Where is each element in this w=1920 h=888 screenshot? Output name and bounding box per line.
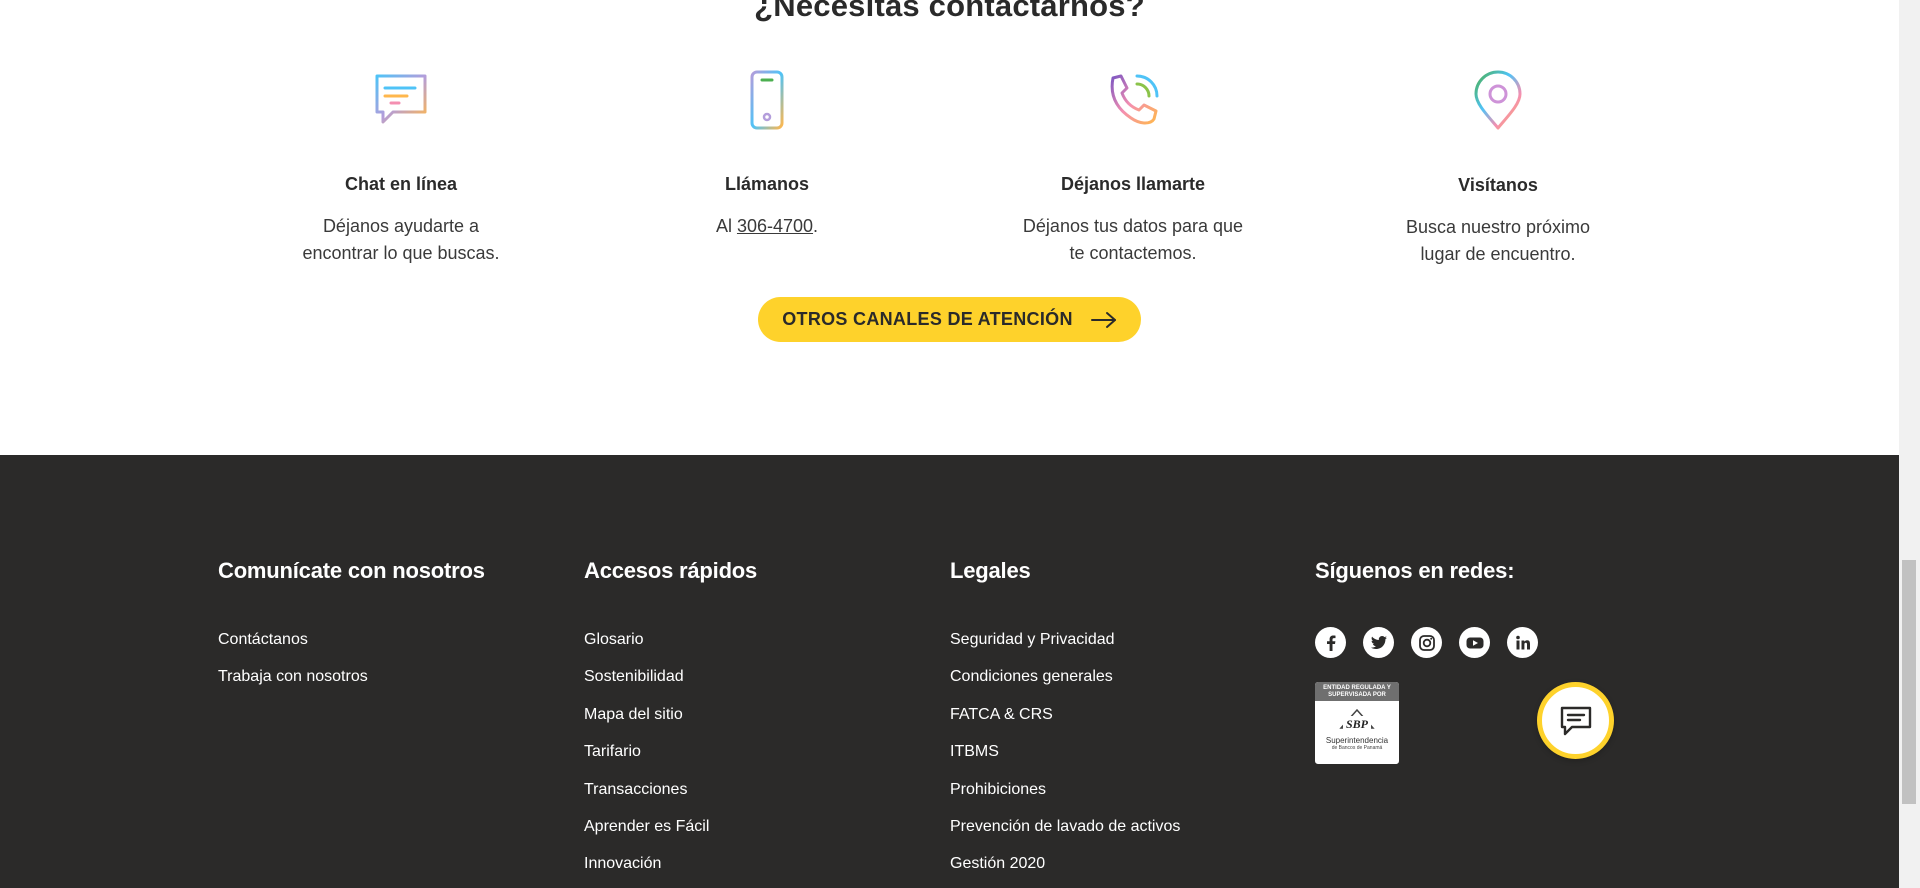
arrow-right-icon	[1090, 311, 1116, 328]
card-text-line1: Déjanos tus datos para que	[1022, 216, 1244, 236]
card-text: Al 306-4700.	[617, 213, 917, 240]
sbp-logo-icon: SBP	[1339, 708, 1375, 731]
sbp-regulator-badge[interactable]: ENTIDAD REGULADA Y SUPERVISADA POR SBP S…	[1315, 682, 1399, 764]
linkedin-icon[interactable]	[1507, 627, 1538, 658]
footer-link[interactable]: Aprender es Fácil	[584, 808, 757, 845]
footer-heading: Accesos rápidos	[584, 558, 758, 583]
footer-col-legal: Legales Seguridad y Privacidad Condicion…	[950, 558, 1180, 883]
footer-link[interactable]: Gestión 2020	[950, 845, 1180, 882]
footer-link[interactable]: Condiciones generales	[950, 658, 1180, 695]
contact-card-call[interactable]: Llámanos Al 306-4700.	[617, 68, 917, 240]
footer-link[interactable]: Innovación	[584, 845, 757, 882]
footer-link[interactable]: Sostenibilidad	[584, 658, 757, 695]
contact-card-chat[interactable]: Chat en línea Déjanos ayudarte a encontr…	[251, 68, 551, 267]
card-text: Déjanos tus datos para que te contactemo…	[983, 213, 1283, 267]
contact-section: ¿Necesitas contactarnos? Chat en línea D…	[0, 0, 1899, 455]
sbp-badge-caption: ENTIDAD REGULADA Y SUPERVISADA POR	[1315, 682, 1399, 701]
card-text-line1: Busca nuestro próximo	[1405, 217, 1591, 237]
footer-col-quick-access: Accesos rápidos Glosario Sostenibilidad …	[584, 558, 757, 883]
callback-phone-icon	[1110, 74, 1159, 125]
card-text: Busca nuestro próximo lugar de encuentro…	[1348, 214, 1648, 268]
other-channels-button[interactable]: OTROS CANALES DE ATENCIÓN	[758, 297, 1141, 342]
phone-icon	[750, 70, 784, 130]
footer-link[interactable]: Contáctanos	[218, 621, 485, 658]
other-channels-label: OTROS CANALES DE ATENCIÓN	[782, 309, 1073, 329]
card-text-prefix: Al	[715, 216, 737, 236]
footer-heading: Síguenos en redes:	[1315, 558, 1515, 583]
footer-link[interactable]: Tarifario	[584, 733, 757, 770]
facebook-icon[interactable]	[1315, 627, 1346, 658]
sbp-logo-text: SBP	[1346, 717, 1369, 731]
contact-title: ¿Necesitas contactarnos?	[754, 0, 1145, 23]
card-heading: Déjanos llamarte	[1060, 174, 1206, 194]
footer-link-list: Contáctanos Trabaja con nosotros	[218, 621, 485, 696]
footer-link[interactable]: Seguridad y Privacidad	[950, 621, 1180, 658]
site-footer: Comunícate con nosotros Contáctanos Trab…	[0, 455, 1899, 888]
phone-number-link[interactable]: 306-4700	[737, 216, 813, 236]
footer-heading: Legales	[950, 558, 1031, 583]
card-text-suffix: .	[813, 216, 819, 236]
footer-link-list: Seguridad y Privacidad Condiciones gener…	[950, 621, 1180, 883]
footer-heading: Comunícate con nosotros	[218, 558, 485, 583]
sbp-name: Superintendencia	[1325, 736, 1389, 745]
page: ¿Necesitas contactarnos? Chat en línea D…	[0, 0, 1899, 888]
footer-link-list: Glosario Sostenibilidad Mapa del sitio T…	[584, 621, 757, 883]
card-text-line2: lugar de encuentro.	[1420, 244, 1576, 264]
footer-link[interactable]: Mapa del sitio	[584, 696, 757, 733]
footer-col-social: Síguenos en redes: ENTIDAD REGULADA Y SU…	[1315, 558, 1538, 764]
footer-link[interactable]: Glosario	[584, 621, 757, 658]
page-scrollbar[interactable]	[1899, 0, 1920, 888]
instagram-icon[interactable]	[1411, 627, 1442, 658]
chat-bubble-icon	[375, 74, 427, 124]
footer-col-contact: Comunícate con nosotros Contáctanos Trab…	[218, 558, 485, 696]
chat-icon	[1560, 706, 1591, 735]
card-text-line2: encontrar lo que buscas.	[302, 243, 500, 263]
scrollbar-thumb[interactable]	[1902, 560, 1916, 804]
footer-link[interactable]: Trabaja con nosotros	[218, 658, 485, 695]
footer-link[interactable]: Transacciones	[584, 771, 757, 808]
card-text: Déjanos ayudarte a encontrar lo que busc…	[251, 213, 551, 267]
card-heading: Visítanos	[1458, 175, 1538, 195]
social-links	[1315, 627, 1538, 658]
chat-launcher-button[interactable]	[1537, 682, 1614, 759]
location-pin-icon	[1474, 70, 1522, 130]
contact-card-callback[interactable]: Déjanos llamarte Déjanos tus datos para …	[983, 68, 1283, 267]
footer-link[interactable]: FATCA & CRS	[950, 696, 1180, 733]
contact-card-visit[interactable]: Visítanos Busca nuestro próximo lugar de…	[1348, 68, 1648, 268]
footer-link[interactable]: ITBMS	[950, 733, 1180, 770]
youtube-icon[interactable]	[1459, 627, 1490, 658]
card-heading: Llámanos	[724, 174, 810, 194]
card-text-line1: Déjanos ayudarte a	[322, 216, 480, 236]
card-text-line2: te contactemos.	[1069, 243, 1197, 263]
footer-link[interactable]: Prevención de lavado de activos	[950, 808, 1180, 845]
card-heading: Chat en línea	[344, 174, 458, 194]
sbp-subtitle: de Bancos de Panamá	[1331, 745, 1383, 751]
footer-link[interactable]: Prohibiciones	[950, 771, 1180, 808]
twitter-icon[interactable]	[1363, 627, 1394, 658]
